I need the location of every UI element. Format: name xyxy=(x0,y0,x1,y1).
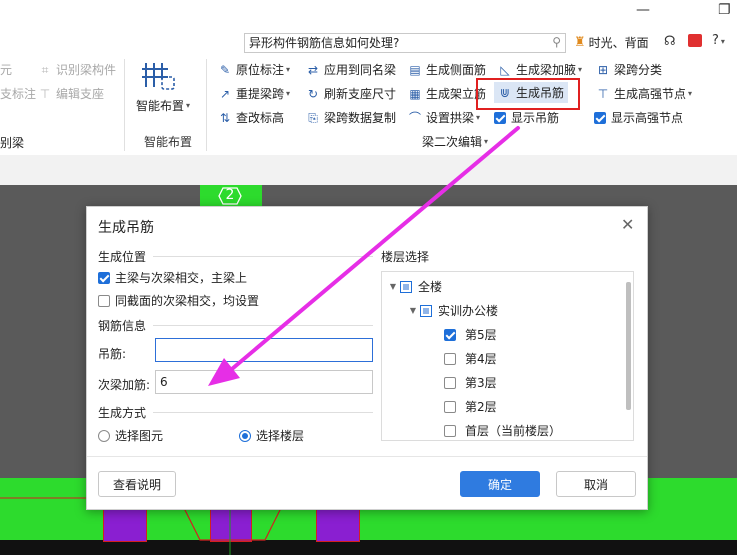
help-search-input[interactable] xyxy=(245,34,539,50)
span-classify-button[interactable]: ⊞ 梁跨分类 xyxy=(596,61,662,78)
refresh-support-button[interactable]: ↻ 刷新支座尺寸 xyxy=(306,85,396,102)
close-icon[interactable]: ✕ xyxy=(621,215,634,234)
expand-arrow-icon[interactable]: ▼ xyxy=(386,282,400,291)
ribbon-left-group-label: 别梁 xyxy=(0,136,25,150)
secondary-beam-rebar-label: 次梁加筋: xyxy=(98,378,151,392)
set-arch-beam-button[interactable]: ⌒ 设置拱梁 ▾ xyxy=(408,109,480,126)
annotation-icon: ✎ xyxy=(219,62,231,77)
user-avatar-icon: ♜ xyxy=(574,35,586,50)
show-hanger-rebar-checkbox[interactable]: 显示吊筋 xyxy=(494,109,559,126)
haunch-icon: ◺ xyxy=(500,62,510,77)
select-element-radio[interactable]: 选择图元 xyxy=(98,427,163,444)
generate-erection-rebar-button[interactable]: ▦ 生成架立筋 xyxy=(408,85,486,102)
position-section-title: 生成位置 xyxy=(98,250,147,264)
smart-layout-icon[interactable] xyxy=(140,59,180,93)
re-extract-icon: ↗ xyxy=(219,86,231,101)
dialog-title: 生成吊筋 xyxy=(98,220,154,236)
user-account[interactable]: ♜ 时光、背面 xyxy=(574,34,649,51)
user-name: 时光、背面 xyxy=(588,36,649,50)
erection-rebar-icon: ▦ xyxy=(409,86,421,101)
refresh-icon: ↻ xyxy=(307,86,319,101)
arch-beam-icon: ⌒ xyxy=(408,110,421,125)
tree-node-all[interactable]: ▼ 全楼 xyxy=(386,278,442,295)
ribbon-left-item-1[interactable]: 元 xyxy=(0,61,12,78)
title-bar: — ❐ xyxy=(0,0,737,28)
smart-layout-button[interactable]: 智能布置 ▾ xyxy=(136,97,190,114)
help-search-box[interactable]: ⚲ xyxy=(244,33,566,53)
axis-label: 2 xyxy=(225,187,235,203)
hanger-rebar-input[interactable] xyxy=(156,339,372,361)
beam-secondary-edit-group-label[interactable]: 梁二次编辑 ▾ xyxy=(422,133,488,150)
highlight-frame xyxy=(476,78,580,110)
identify-beam-button[interactable]: ⌗ 识别梁构件 xyxy=(38,61,116,78)
tree-node-project[interactable]: ▼ 实训办公楼 xyxy=(406,302,498,319)
in-place-annotation-button[interactable]: ✎ 原位标注 ▾ xyxy=(218,61,290,78)
partial-check-icon[interactable] xyxy=(420,304,432,317)
minimize-button[interactable]: — xyxy=(636,2,650,18)
apply-same-name-button[interactable]: ⇄ 应用到同名梁 xyxy=(306,61,396,78)
generate-hanger-rebar-dialog: 生成吊筋 ✕ 生成位置 主梁与次梁相交，主梁上 同截面的次梁相交，均设置 钢筋信… xyxy=(86,206,648,510)
view-help-button[interactable]: 查看说明 xyxy=(98,471,176,497)
same-section-intersect-checkbox[interactable]: 同截面的次梁相交，均设置 xyxy=(98,292,259,309)
help-menu[interactable]: ? ▾ xyxy=(712,33,725,48)
floor-tree[interactable]: ▼ 全楼 ▼ 实训办公楼 第5层 第4层 第3层 第2层 首层（当前楼层） xyxy=(381,271,634,441)
rebar-section-title: 钢筋信息 xyxy=(98,319,147,333)
checkbox-unchecked-icon[interactable] xyxy=(444,424,456,437)
check-elevation-button[interactable]: ⇅ 查改标高 xyxy=(218,109,284,126)
generate-side-rebar-button[interactable]: ▤ 生成侧面筋 xyxy=(408,61,486,78)
expand-arrow-icon[interactable]: ▼ xyxy=(406,306,420,315)
high-strength-node-icon: ⊤ xyxy=(597,86,609,101)
checkbox-unchecked-icon[interactable] xyxy=(444,376,456,389)
re-extract-span-button[interactable]: ↗ 重提梁跨 ▾ xyxy=(218,85,290,102)
edit-support-button[interactable]: ⊤ 编辑支座 xyxy=(38,85,104,102)
cancel-button[interactable]: 取消 xyxy=(556,471,636,497)
generate-high-strength-node-button[interactable]: ⊤ 生成高强节点 ▾ xyxy=(596,85,692,102)
tree-node-floor-1[interactable]: 首层（当前楼层） xyxy=(444,422,561,439)
tree-scrollbar[interactable] xyxy=(626,282,631,410)
copy-span-data-button[interactable]: ⎘ 梁跨数据复制 xyxy=(306,109,396,126)
restore-button[interactable]: ❐ xyxy=(718,2,731,18)
generate-haunch-button[interactable]: ◺ 生成梁加腋 ▾ xyxy=(498,61,582,78)
canvas-top-band xyxy=(0,155,737,185)
apply-icon: ⇄ xyxy=(307,62,319,77)
tree-node-floor-3[interactable]: 第3层 xyxy=(444,374,497,391)
floor-section-title: 楼层选择 xyxy=(381,250,430,264)
checkbox-unchecked-icon[interactable] xyxy=(444,400,456,413)
smart-layout-group-label: 智能布置 xyxy=(144,135,193,149)
radio-selected-icon xyxy=(239,429,251,442)
checkbox-checked-icon[interactable] xyxy=(444,328,456,341)
classify-icon: ⊞ xyxy=(597,62,609,77)
select-floor-radio[interactable]: 选择楼层 xyxy=(239,427,304,444)
checkbox-checked-icon xyxy=(98,271,110,284)
checkbox-unchecked-icon xyxy=(98,294,110,307)
checkbox-checked-icon xyxy=(494,111,506,124)
edit-support-icon: ⊤ xyxy=(39,86,51,101)
search-icon[interactable]: ⚲ xyxy=(552,35,561,49)
checkbox-unchecked-icon[interactable] xyxy=(444,352,456,365)
ok-button[interactable]: 确定 xyxy=(460,471,540,497)
copy-icon: ⎘ xyxy=(308,110,318,125)
hanger-rebar-field[interactable] xyxy=(155,338,373,362)
secondary-beam-rebar-input[interactable] xyxy=(156,371,372,393)
show-high-strength-node-checkbox[interactable]: 显示高强节点 xyxy=(594,109,683,126)
elevation-icon: ⇅ xyxy=(219,110,231,125)
ribbon-left-item-2[interactable]: 支标注 xyxy=(0,85,36,102)
tree-node-floor-5[interactable]: 第5层 xyxy=(444,326,497,343)
headset-icon[interactable]: ☊ xyxy=(664,34,676,49)
identify-icon: ⌗ xyxy=(41,62,49,77)
secondary-beam-rebar-field[interactable] xyxy=(155,370,373,394)
method-section-title: 生成方式 xyxy=(98,406,147,420)
tree-node-floor-4[interactable]: 第4层 xyxy=(444,350,497,367)
partial-check-icon[interactable] xyxy=(400,280,412,293)
radio-unselected-icon xyxy=(98,429,110,442)
hanger-rebar-label: 吊筋: xyxy=(98,347,127,361)
ribbon-toolbar: 元 ⌗ 识别梁构件 支标注 ⊤ 编辑支座 别梁 智能布置 ▾ 智能布置 ✎ 原位标注 ▾ … xyxy=(0,55,737,156)
main-secondary-intersect-checkbox[interactable]: 主梁与次梁相交，主梁上 xyxy=(98,269,247,286)
side-rebar-icon: ▤ xyxy=(409,62,421,77)
tree-node-floor-2[interactable]: 第2层 xyxy=(444,398,497,415)
checkbox-checked-icon xyxy=(594,111,606,124)
message-icon[interactable] xyxy=(688,34,702,47)
